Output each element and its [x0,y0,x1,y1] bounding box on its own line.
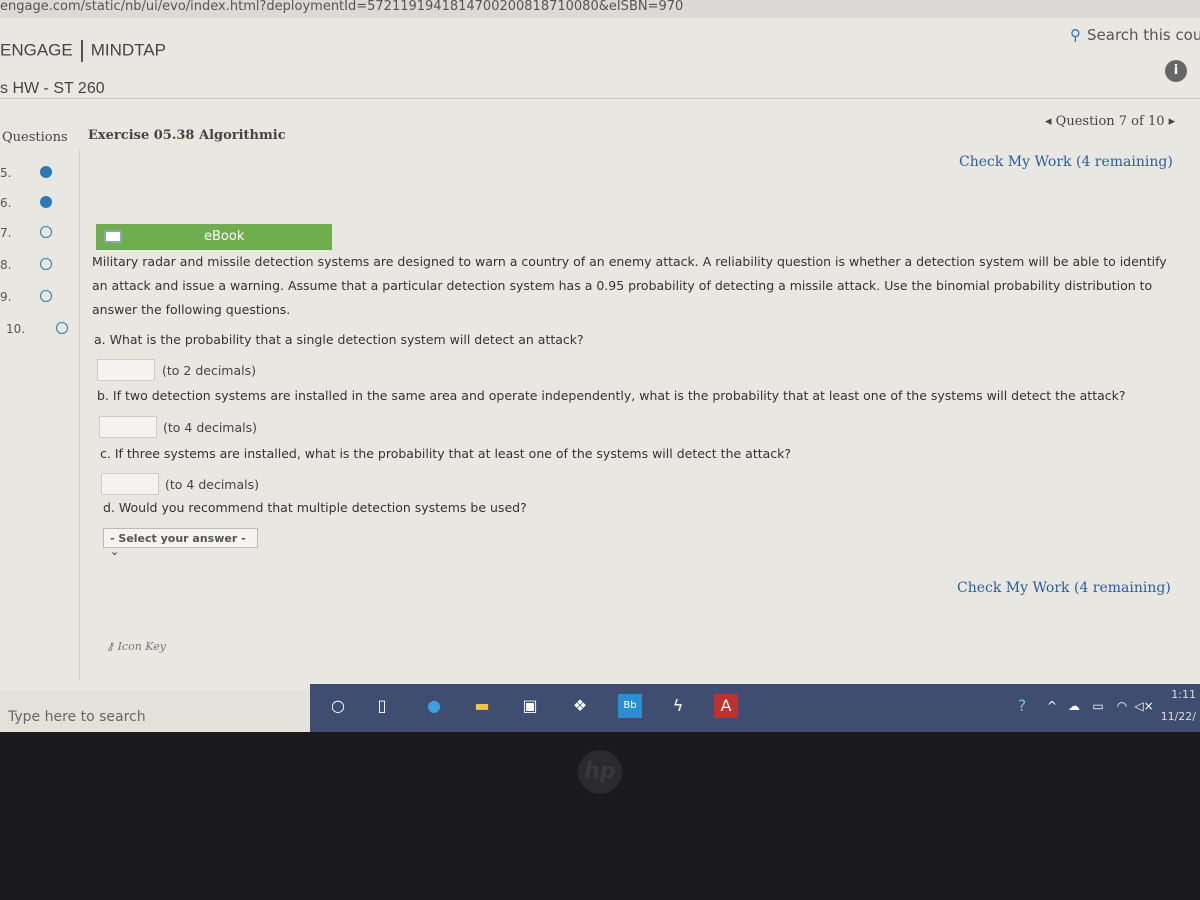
part-c-question: c. If three systems are installed, what … [100,446,792,461]
course-search[interactable]: ⚲ Search this course [1070,26,1200,44]
taskbar: ○ ▯ ● ▬ ▣ ❖ Bb ϟ A ? ^ ☁ ▭ ◠ ◁× 1:11 11/2… [310,684,1200,732]
cloud-icon[interactable]: ☁ [1062,694,1086,718]
unanswered-icon [40,290,52,302]
problem-text: Military radar and missile detection sys… [92,254,1167,317]
key-icon: ⚷ [106,640,118,653]
question-number: 7. [0,226,12,240]
system-clock[interactable]: 1:11 11/22/ [1161,684,1196,728]
volume-icon[interactable]: ◁× [1132,694,1156,718]
answered-icon [40,196,52,208]
question-nav[interactable]: ◂ Question 7 of 10 ▸ [1045,114,1175,129]
battery-icon[interactable]: ▭ [1086,694,1110,718]
chevron-down-icon: ⌄ [110,545,120,558]
app-icon[interactable]: Bb [618,694,642,718]
acrobat-icon[interactable]: A [714,694,738,718]
ebook-button[interactable]: eBook [96,224,332,250]
chevron-up-icon[interactable]: ^ [1040,694,1064,718]
edge-icon[interactable]: ● [422,694,446,718]
divider [80,40,83,62]
part-b-question: b. If two detection systems are installe… [97,388,1126,403]
file-explorer-icon[interactable]: ▬ [470,694,494,718]
part-c-hint: (to 4 decimals) [165,477,259,492]
taskbar-search[interactable]: Type here to search [0,690,310,732]
question-number: 8. [0,258,12,272]
course-title: s HW - ST 260 [0,80,105,97]
part-a-input[interactable] [97,359,155,381]
divider [0,98,1200,99]
question-list: 5. 6. 7. 8. 9. 10. [0,150,80,680]
answer-dropdown[interactable]: - Select your answer - ⌄ [103,528,258,558]
part-a-question: a. What is the probability that a single… [94,332,584,347]
check-my-work-button[interactable]: Check My Work (4 remaining) [959,154,1173,170]
cortana-icon[interactable]: ○ [326,694,350,718]
part-a-hint: (to 2 decimals) [162,363,256,378]
browser-screen: engage.com/static/nb/ui/evo/index.html?d… [0,0,1200,690]
icon-key-label: Icon Key [117,640,166,653]
search-label: Search this course [1087,26,1200,44]
task-view-icon[interactable]: ▯ [370,694,394,718]
question-number: 6. [0,196,12,210]
unanswered-icon [40,258,52,270]
part-d-question: d. Would you recommend that multiple det… [103,500,527,515]
dropbox-icon[interactable]: ❖ [568,694,592,718]
part-c-input[interactable] [101,473,159,495]
question-number: 10. [6,322,26,336]
question-item[interactable]: 9. [0,290,80,304]
clock-time: 1:11 [1171,688,1196,701]
answered-icon [40,166,52,178]
hp-logo: hp [578,750,622,794]
book-icon [104,230,122,243]
wifi-icon[interactable]: ◠ [1110,694,1134,718]
part-b-hint: (to 4 decimals) [163,420,257,435]
exercise-title: Exercise 05.38 Algorithmic [88,128,286,143]
questions-label: Questions [2,130,68,145]
brand-logo: ENGAGE MINDTAP [0,40,166,62]
ebook-label: eBook [204,229,245,244]
question-item[interactable]: 8. [0,258,80,272]
winamp-icon[interactable]: ϟ [666,694,690,718]
unanswered-icon [56,322,68,334]
question-nav-label: Question 7 of 10 [1055,114,1165,129]
part-b-input[interactable] [99,416,157,438]
icon-key-link[interactable]: ⚷ Icon Key [106,640,166,653]
clock-date: 11/22/ [1160,710,1196,723]
question-item[interactable]: 7. [0,226,80,240]
address-bar[interactable]: engage.com/static/nb/ui/evo/index.html?d… [0,0,1200,18]
question-item[interactable]: 5. [0,166,80,180]
store-icon[interactable]: ▣ [518,694,542,718]
help-icon[interactable]: ? [1010,694,1034,718]
brand-left: ENGAGE [0,40,73,60]
unanswered-icon [40,226,52,238]
question-item[interactable]: 10. [6,322,86,336]
search-icon: ⚲ [1070,26,1081,44]
info-icon[interactable]: i [1165,60,1187,82]
question-item[interactable]: 6. [0,196,80,210]
question-number: 5. [0,166,12,180]
question-number: 9. [0,290,12,304]
check-my-work-button-bottom[interactable]: Check My Work (4 remaining) [957,580,1171,596]
brand-right: MINDTAP [90,40,166,60]
dropdown-value: - Select your answer - [110,532,246,545]
